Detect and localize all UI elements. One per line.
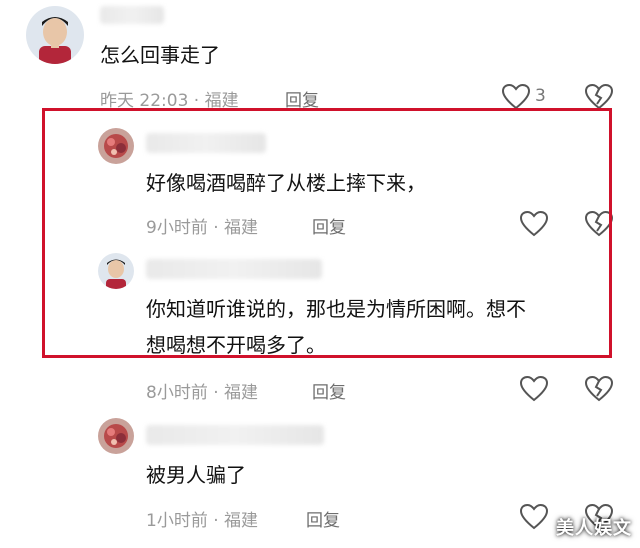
watermark: 美人娱文 xyxy=(556,518,632,539)
comment-text-line-2: 想喝想不开喝多了。 xyxy=(146,333,326,357)
like-icon[interactable] xyxy=(519,375,549,406)
dislike-icon[interactable] xyxy=(584,83,614,114)
reply-button[interactable]: 回复 xyxy=(312,378,346,403)
dislike-icon[interactable] xyxy=(584,375,614,406)
dislike-icon[interactable] xyxy=(584,210,614,241)
avatar[interactable] xyxy=(98,128,134,164)
comment-meta: 8小时前 · 福建 xyxy=(146,383,259,403)
comment-text: 被男人骗了 xyxy=(146,463,246,487)
comment-meta: 9小时前 · 福建 xyxy=(146,218,259,238)
comment-meta: 1小时前 · 福建 xyxy=(146,511,259,531)
avatar[interactable] xyxy=(98,253,134,289)
like-icon[interactable] xyxy=(501,83,531,114)
username-blurred[interactable] xyxy=(146,425,324,445)
comment-text-line-1: 你知道听谁说的，那也是为情所困啊。想不 xyxy=(146,297,526,321)
like-count: 3 xyxy=(535,86,546,106)
username-blurred[interactable] xyxy=(146,259,322,279)
username-blurred[interactable] xyxy=(146,133,266,153)
comment-text: 怎么回事走了 xyxy=(100,43,220,67)
like-icon[interactable] xyxy=(519,210,549,241)
comment-text: 好像喝酒喝醉了从楼上摔下来， xyxy=(146,171,426,195)
avatar[interactable] xyxy=(98,418,134,454)
username-blurred[interactable] xyxy=(100,6,164,24)
like-icon[interactable] xyxy=(519,503,549,534)
reply-button[interactable]: 回复 xyxy=(285,86,319,111)
reply-button[interactable]: 回复 xyxy=(306,506,340,531)
avatar[interactable] xyxy=(26,6,84,64)
comment-meta: 昨天 22:03 · 福建 xyxy=(100,91,239,111)
reply-button[interactable]: 回复 xyxy=(312,213,346,238)
